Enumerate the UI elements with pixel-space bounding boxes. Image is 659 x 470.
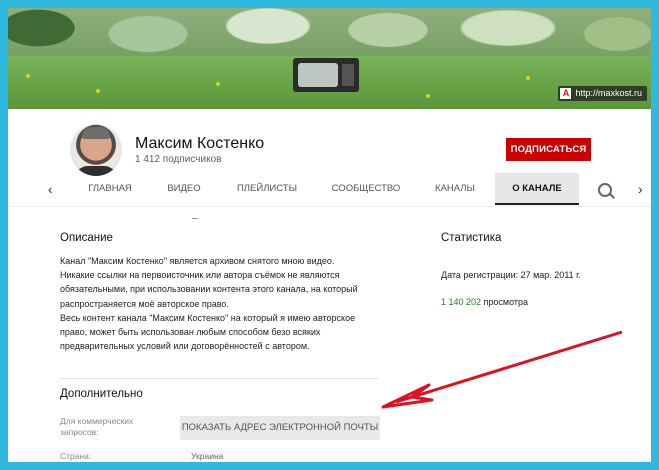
tab-channels[interactable]: КАНАЛЫ [426, 173, 484, 205]
country-value: Украина [191, 451, 224, 461]
description-heading: Описание [60, 232, 113, 244]
tab-playlists[interactable]: ПЛЕЙЛИСТЫ [231, 173, 303, 205]
channel-tabs: ‹ ГЛАВНАЯ ВИДЕО ПЛЕЙЛИСТЫ СООБЩЕСТВО КАН… [8, 173, 651, 205]
tv-image [293, 58, 359, 92]
subscribe-button[interactable]: ПОДПИСАТЬСЯ [506, 138, 591, 161]
view-count-suffix: просмотра [481, 297, 529, 307]
description-line: Канал "Максим Костенко" является архивом… [60, 256, 335, 266]
description-text: Канал "Максим Костенко" является архивом… [60, 254, 360, 353]
description-line: предварительных условий или договорённос… [60, 341, 310, 352]
tab-about[interactable]: О КАНАЛЕ [495, 173, 579, 205]
view-count-number: 1 140 202 [441, 297, 482, 307]
description-line: Никакие ссылки на первоисточник или авто… [60, 270, 340, 281]
chevron-left-icon[interactable]: ‹ [48, 173, 53, 205]
stats-heading: Статистика [441, 232, 502, 244]
channel-banner: A http://maxkost.ru [8, 8, 651, 109]
site-logo-icon: A [560, 88, 572, 99]
channel-name: Максим Костенко [135, 135, 265, 152]
description-line: Весь контент канала "Максим Костенко" на… [60, 312, 356, 323]
divider [192, 218, 198, 219]
description-line: обязательными, при использовании контент… [60, 284, 358, 295]
tab-videos[interactable]: ВИДЕО [158, 173, 210, 205]
subscriber-count: 1 412 подписчиков [135, 154, 222, 165]
chevron-right-icon[interactable]: › [638, 173, 643, 205]
banner-trees [8, 8, 651, 60]
business-inquiries-label: Для коммерческих запросов: [60, 416, 134, 437]
page-frame: A http://maxkost.ru Максим Костенко 1 41… [8, 8, 651, 462]
section-divider [60, 378, 378, 379]
tab-home[interactable]: ГЛАВНАЯ [80, 173, 140, 205]
country-label: Страна: [60, 451, 92, 461]
description-line: право, может быть использован любым спос… [60, 327, 321, 338]
search-icon[interactable] [598, 183, 612, 197]
avatar[interactable] [70, 124, 122, 176]
details-heading: Дополнительно [60, 388, 143, 400]
description-line: распространяется моё авторское право. [60, 298, 229, 309]
registration-date: Дата регистрации: 27 мар. 2011 г. [441, 270, 581, 280]
show-email-button[interactable]: ПОКАЗАТЬ АДРЕС ЭЛЕКТРОННОЙ ПОЧТЫ [180, 416, 380, 440]
view-count: 1 140 202 просмотра [441, 297, 528, 307]
banner-watermark-link[interactable]: A http://maxkost.ru [558, 86, 647, 101]
watermark-text: http://maxkost.ru [575, 88, 642, 98]
tab-community[interactable]: СООБЩЕСТВО [326, 173, 406, 205]
